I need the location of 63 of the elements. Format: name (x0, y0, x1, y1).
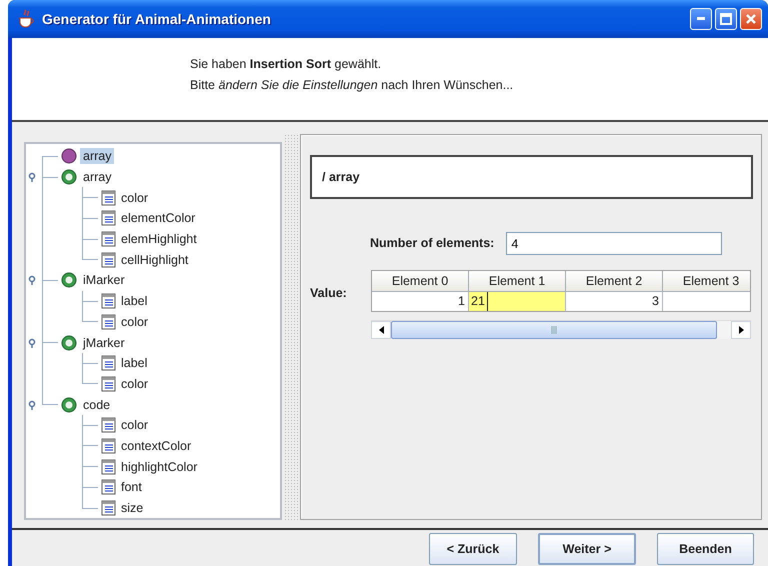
list-icon (100, 479, 118, 496)
tree-item[interactable]: elementColor (118, 210, 198, 226)
list-icon (100, 500, 118, 516)
close-button[interactable] (740, 8, 762, 30)
tree-item[interactable]: iMarker (80, 272, 128, 288)
list-icon (100, 252, 118, 268)
tree-item[interactable]: contextColor (118, 438, 194, 454)
list-icon (100, 293, 118, 310)
tree-item[interactable]: label (118, 293, 150, 310)
tree-item[interactable]: label (118, 355, 150, 372)
header-text: Bitte ändern Sie die Einstellungen nach Ihren Wünschen... (190, 77, 514, 94)
tree-item[interactable]: elemHighlight (118, 231, 200, 248)
column-header[interactable]: Element 1 (469, 271, 566, 292)
tree-item[interactable]: array (80, 148, 114, 164)
scroll-right-icon[interactable] (731, 321, 751, 339)
expand-handle-icon[interactable] (27, 275, 37, 286)
expand-handle-icon[interactable] (27, 338, 37, 348)
maximize-button[interactable] (715, 8, 737, 30)
tree-item[interactable]: array (80, 169, 114, 186)
tree-item[interactable]: size (118, 500, 146, 516)
tree-item[interactable]: cellHighlight (118, 252, 192, 268)
list-icon (100, 438, 118, 454)
value-label: Value: (310, 285, 348, 302)
maximize-icon (720, 13, 732, 25)
count-field[interactable]: 4 (506, 232, 722, 255)
tree-item[interactable]: color (118, 417, 152, 434)
list-icon (100, 231, 118, 248)
tree-item[interactable]: color (118, 314, 152, 330)
tree-item[interactable]: color (118, 376, 152, 392)
scroll-track[interactable] (717, 321, 731, 339)
header-text: Sie haben Insertion Sort gewählt. (190, 56, 382, 73)
scroll-left-icon[interactable] (371, 321, 391, 339)
table-cell: 3 (566, 292, 663, 311)
tree-item[interactable]: jMarker (80, 334, 128, 351)
list-icon (100, 190, 118, 206)
expand-handle-icon[interactable] (27, 400, 37, 410)
horizontal-scrollbar[interactable] (371, 320, 751, 339)
path-label: / array (310, 155, 753, 199)
count-label: Number of elements: (370, 235, 494, 252)
column-header[interactable]: Element 3 (663, 271, 750, 292)
list-icon (100, 417, 118, 434)
wizard-button[interactable]: Weiter > (538, 533, 636, 566)
tree-item[interactable]: code (80, 396, 114, 413)
expand-handle-icon[interactable] (27, 172, 37, 182)
list-icon (100, 376, 118, 392)
minimize-icon (697, 17, 705, 21)
tree-item[interactable]: font (118, 479, 145, 496)
scroll-thumb[interactable] (391, 321, 717, 339)
table-cell: 1 (372, 292, 469, 311)
list-icon (100, 210, 118, 226)
minimize-button[interactable] (690, 8, 712, 30)
column-header[interactable]: Element 2 (566, 271, 663, 292)
close-icon (745, 13, 757, 25)
tree-item[interactable]: highlightColor (118, 458, 200, 475)
list-icon (100, 314, 118, 330)
wizard-button[interactable]: Beenden (657, 533, 754, 566)
list-icon (100, 458, 118, 475)
cell-editor[interactable]: 21 (469, 292, 566, 311)
tree-item[interactable]: color (118, 190, 152, 206)
window-title: Generator für Animal-Animationen (42, 10, 271, 28)
wizard-button[interactable]: < Zurück (429, 533, 517, 566)
column-header[interactable]: Element 0 (372, 271, 469, 292)
list-icon (100, 355, 118, 372)
